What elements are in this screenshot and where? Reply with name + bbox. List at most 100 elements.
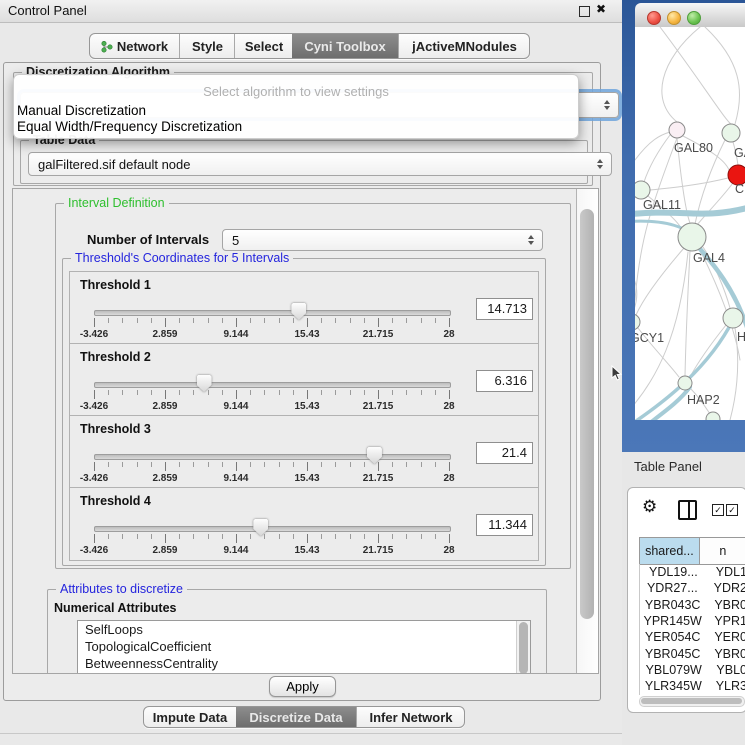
network-window-titlebar[interactable] [635,3,745,28]
table-row[interactable]: YDR27...YDR2 [640,580,745,596]
network-node[interactable] [678,376,692,390]
checkbox-icon[interactable]: ✓ [726,504,738,516]
cell-shared-name[interactable]: YBL079W [640,663,707,677]
tab-jactivemnodules[interactable]: jActiveMNodules [398,34,530,58]
network-node[interactable] [706,412,720,420]
table-horizontal-scrollbar[interactable] [639,696,745,707]
threshold-value-field[interactable]: 14.713 [476,298,533,320]
table-scrollbar-thumb[interactable] [641,698,742,704]
table-row[interactable]: YPR145WYPR1 [640,613,745,629]
threshold-slider-track[interactable] [94,310,451,316]
gear-icon[interactable]: ⚙ [642,497,657,517]
popup-option-manual-discretization[interactable]: Manual Discretization [17,103,570,118]
tab-impute-data[interactable]: Impute Data [144,707,236,727]
network-edge[interactable] [644,135,670,182]
cell-name[interactable]: YDL1 [707,565,745,579]
cell-shared-name[interactable]: YLR345W [640,679,707,693]
table-row[interactable]: YBR043CYBR0 [640,597,745,613]
tab-cyni-toolbox[interactable]: Cyni Toolbox [292,34,398,58]
threshold-label: Threshold 4 [80,494,151,508]
network-edge[interactable] [690,325,726,377]
list-scrollbar[interactable] [516,621,530,674]
threshold-slider-thumb[interactable] [197,375,212,392]
cell-shared-name[interactable]: YDR27... [640,581,705,595]
threshold-value-field[interactable]: 6.316 [476,370,533,392]
table-data-select[interactable]: galFiltered.sif default node [28,152,612,176]
slider-tick-label: 28 [427,329,471,340]
table-row[interactable]: YLR345WYLR3 [640,678,745,694]
network-edge[interactable] [660,27,731,124]
network-node[interactable] [722,124,740,142]
cell-name[interactable]: YBR0 [705,598,745,612]
table-data-group: Table Data galFiltered.sif default node [20,140,588,184]
settings-scroll-area: Interval Definition Number of Intervals … [12,188,599,674]
network-node[interactable] [723,308,743,328]
popup-option-equal-width-frequency-discretization[interactable]: Equal Width/Frequency Discretization [17,119,570,134]
threshold-value-field[interactable]: 11.344 [476,514,533,536]
slider-tick [392,534,393,539]
network-edge[interactable] [635,138,677,300]
attribute-item-betweennesscentrality[interactable]: BetweennessCentrality [78,655,530,672]
threshold-slider-track[interactable] [94,454,451,460]
settings-scrollbar[interactable] [576,189,598,673]
minimize-window-button[interactable] [667,11,681,25]
slider-tick [279,318,280,323]
apply-button[interactable]: Apply [269,676,336,697]
tab-label: Network [117,39,168,54]
threshold-slider-track[interactable] [94,382,451,388]
cell-name[interactable]: YBL0 [707,663,745,677]
table-row[interactable]: YDL19...YDL1 [640,564,745,580]
network-edge[interactable] [697,183,733,225]
cell-name[interactable]: YBR0 [705,647,745,661]
network-node[interactable] [635,181,650,199]
tab-network[interactable]: Network [90,34,179,58]
table-row[interactable]: YIL052CYIL0 [640,694,745,695]
network-node[interactable] [678,223,706,251]
number-of-intervals-select[interactable]: 5 [222,229,543,251]
tab-discretize-data[interactable]: Discretize Data [236,707,356,727]
table-row[interactable]: YBR045CYBR0 [640,645,745,661]
column-header-shared-[interactable]: shared... [640,538,700,564]
checkbox-icon[interactable]: ✓ [712,504,724,516]
settings-scrollbar-thumb[interactable] [580,209,594,619]
network-node[interactable] [635,314,640,330]
attribute-item-topologicalcoefficient[interactable]: TopologicalCoefficient [78,638,530,655]
close-window-button[interactable] [647,11,661,25]
slider-tick [236,390,237,399]
threshold-value-field[interactable]: 21.4 [476,442,533,464]
cell-name[interactable]: YPR1 [705,614,745,628]
cell-name[interactable]: YLR3 [707,679,745,693]
list-scrollbar-thumb[interactable] [519,622,528,674]
table-data-value: galFiltered.sif default node [38,157,190,172]
columns-icon[interactable] [678,500,697,520]
cell-shared-name[interactable]: YDL19... [640,565,707,579]
cell-shared-name[interactable]: YBR045C [640,647,705,661]
cell-shared-name[interactable]: YBR043C [640,598,705,612]
tab-select[interactable]: Select [234,34,293,58]
slider-tick [279,390,280,395]
network-node[interactable] [669,122,685,138]
numerical-attributes-list[interactable]: SelfLoopsTopologicalCoefficientBetweenne… [77,620,531,674]
threshold-slider-track[interactable] [94,526,451,532]
cell-shared-name[interactable]: YPR145W [640,614,705,628]
network-edge[interactable] [705,27,740,124]
column-header-n[interactable]: n [700,538,745,564]
network-view-canvas[interactable]: GAL80GACGAL11GAL4GCY1HHAP2 [635,27,745,420]
tab-infer-network[interactable]: Infer Network [356,707,465,727]
slider-tick [108,462,109,467]
threshold-slider-thumb[interactable] [367,447,382,464]
table-row[interactable]: YER054CYER0 [640,629,745,645]
network-edge[interactable] [636,248,684,315]
float-panel-icon[interactable] [579,6,590,17]
cell-name[interactable]: YDR2 [705,581,745,595]
attribute-item-selfloops[interactable]: SelfLoops [78,621,530,638]
cell-shared-name[interactable]: YER054C [640,630,705,644]
table-row[interactable]: YBL079WYBL0 [640,662,745,678]
network-edge[interactable] [635,132,670,160]
close-panel-icon[interactable]: ✖ [596,2,606,16]
attributes-group: Attributes to discretize Numerical Attri… [47,589,547,674]
zoom-window-button[interactable] [687,11,701,25]
threshold-slider-thumb[interactable] [253,519,268,536]
cell-name[interactable]: YER0 [705,630,745,644]
tab-style[interactable]: Style [179,34,235,58]
